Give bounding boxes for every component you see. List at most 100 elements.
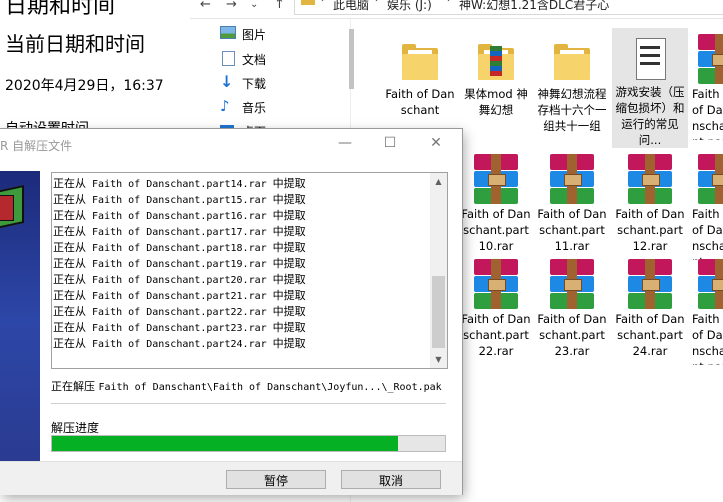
- current-datetime-heading: 当前日期和时间: [5, 32, 145, 56]
- file-tile-label: Faith of Danschant.part22.rar: [461, 312, 531, 358]
- scroll-up-icon[interactable]: ▲: [430, 173, 447, 190]
- log-row: 正在从 Faith of Danschant.part18.rar 中提取: [53, 240, 429, 256]
- progress-fill: [52, 436, 398, 451]
- breadcrumb-folder[interactable]: 神W:幻想1.21含DLC君子心: [459, 0, 609, 13]
- log-row-suffix: 中提取: [272, 321, 306, 334]
- log-row: 正在从 Faith of Danschant.part23.rar 中提取: [53, 320, 429, 336]
- log-row-prefix: 正在从: [53, 241, 86, 254]
- up-button[interactable]: ↑: [274, 0, 285, 12]
- music-icon: ♪: [220, 97, 230, 115]
- file-tile-label: Faith of Danschant.part...: [692, 87, 723, 140]
- nav-item-documents[interactable]: 文档: [220, 49, 340, 69]
- log-row-prefix: 正在从: [53, 305, 86, 318]
- archive-icon: [626, 259, 674, 311]
- file-tile[interactable]: Faith of Danschant.part12.rar: [612, 150, 688, 260]
- log-row-prefix: 正在从: [53, 209, 86, 222]
- nav-item-label: 下载: [242, 77, 267, 91]
- navigation-scrollbar[interactable]: [348, 19, 356, 139]
- pictures-icon: [220, 26, 236, 39]
- file-tile-label: Faith of Danschant.part12.rar: [615, 207, 685, 253]
- file-tile[interactable]: Faith of Danschant.part11.rar: [534, 150, 610, 260]
- nav-item-label: 文档: [242, 53, 267, 67]
- file-tile[interactable]: Faith of Danschant.part...: [690, 30, 723, 140]
- file-tile[interactable]: 果体mod 神舞幻想: [458, 30, 534, 140]
- log-row-prefix: 正在从: [53, 289, 86, 302]
- log-row: 正在从 Faith of Danschant.part21.rar 中提取: [53, 288, 429, 304]
- breadcrumb-this-pc[interactable]: 此电脑: [333, 0, 369, 13]
- file-tile[interactable]: Faith of Danschant.part24.rar: [612, 255, 688, 365]
- settings-title: 日期和时间: [5, 0, 116, 19]
- file-tile-label: 游戏安装（压缩包损坏）和运行的常见问...: [615, 85, 685, 147]
- file-tile-label: 神舞幻想流程存档十六个一组共十一组: [537, 87, 607, 133]
- log-row-prefix: 正在从: [53, 177, 86, 190]
- breadcrumb[interactable]: › 此电脑 › 娱乐 (J:) › 神W:幻想1.21含DLC君子心: [294, 0, 723, 15]
- minimize-button[interactable]: —: [330, 133, 360, 153]
- maximize-button[interactable]: ☐: [375, 133, 405, 153]
- dialog-title: R 自解压文件: [0, 139, 73, 153]
- sfx-extract-dialog: R 自解压文件 — ☐ ✕ 正在从 Faith of Danschant.par…: [0, 129, 462, 495]
- scroll-thumb[interactable]: [432, 276, 445, 348]
- log-row-filename: Faith of Danschant.part15.rar: [92, 195, 267, 206]
- log-row-prefix: 正在从: [53, 193, 86, 206]
- log-row-suffix: 中提取: [272, 225, 306, 238]
- cancel-button[interactable]: 取消: [341, 470, 441, 489]
- log-row-filename: Faith of Danschant.part22.rar: [92, 307, 267, 318]
- nav-item-music[interactable]: ♪ 音乐: [220, 97, 340, 117]
- log-row-suffix: 中提取: [272, 193, 306, 206]
- log-row-suffix: 中提取: [272, 273, 306, 286]
- log-scrollbar[interactable]: ▲ ▼: [430, 173, 447, 368]
- file-tile[interactable]: Faith of Danschant.part...: [690, 150, 723, 260]
- extraction-log[interactable]: 正在从 Faith of Danschant.part14.rar 中提取 正在从…: [51, 172, 448, 369]
- file-tile[interactable]: Faith of Danschant.part...: [690, 255, 723, 365]
- archive-icon: [698, 259, 723, 311]
- current-file-path: Faith of Danschant\Faith of Danschant\Jo…: [98, 382, 442, 393]
- folder-icon: [396, 34, 444, 86]
- current-file-status: 正在解压 Faith of Danschant\Faith of Danscha…: [51, 378, 451, 394]
- nav-item-pictures[interactable]: 图片: [220, 24, 340, 44]
- log-row: 正在从 Faith of Danschant.part17.rar 中提取: [53, 224, 429, 240]
- scroll-down-icon[interactable]: ▼: [430, 351, 447, 368]
- file-tile-label: Faith of Danschant: [385, 87, 455, 117]
- breadcrumb-drive[interactable]: 娱乐 (J:): [387, 0, 432, 13]
- extraction-progress-bar: [51, 435, 446, 452]
- chevron-right-icon: ›: [447, 0, 451, 5]
- log-row-filename: Faith of Danschant.part20.rar: [92, 275, 267, 286]
- recent-locations-icon[interactable]: ⌄: [250, 0, 258, 10]
- log-row: 正在从 Faith of Danschant.part22.rar 中提取: [53, 304, 429, 320]
- folder-icon: [548, 34, 596, 86]
- dialog-button-bar: 暂停 取消: [0, 461, 462, 495]
- archive-icon: [472, 259, 520, 311]
- dialog-title-bar[interactable]: R 自解压文件 — ☐ ✕: [0, 129, 462, 159]
- close-button[interactable]: ✕: [421, 133, 451, 153]
- nav-item-downloads[interactable]: ↓ 下载: [220, 73, 340, 93]
- log-row-filename: Faith of Danschant.part18.rar: [92, 243, 267, 254]
- divider: [51, 403, 446, 404]
- address-bar: ← → ⌄ ↑ › 此电脑 › 娱乐 (J:) › 神W:幻想1.21含DLC君…: [190, 0, 723, 19]
- file-tile-label: Faith of Danschant.part11.rar: [537, 207, 607, 253]
- log-row-filename: Faith of Danschant.part21.rar: [92, 291, 267, 302]
- file-tile-label: 果体mod 神舞幻想: [464, 87, 528, 117]
- forward-button[interactable]: →: [226, 0, 237, 12]
- log-row: 正在从 Faith of Danschant.part16.rar 中提取: [53, 208, 429, 224]
- log-row-filename: Faith of Danschant.part24.rar: [92, 339, 267, 350]
- log-row-suffix: 中提取: [272, 209, 306, 222]
- winrar-logo-icon: [0, 195, 14, 221]
- file-tile-selected[interactable]: 游戏安装（压缩包损坏）和运行的常见问...: [612, 28, 688, 148]
- file-tile[interactable]: Faith of Danschant.part23.rar: [534, 255, 610, 365]
- log-row-suffix: 中提取: [272, 241, 306, 254]
- file-tile[interactable]: Faith of Danschant.part10.rar: [458, 150, 534, 260]
- downloads-icon: ↓: [220, 72, 234, 91]
- file-tile-label: Faith of Danschant.part24.rar: [615, 312, 685, 358]
- file-tile[interactable]: Faith of Danschant.part22.rar: [458, 255, 534, 365]
- log-row-filename: Faith of Danschant.part16.rar: [92, 211, 267, 222]
- archive-icon: [548, 259, 596, 311]
- file-tile[interactable]: Faith of Danschant: [382, 30, 458, 140]
- current-datetime-value: 2020年4月29日，16:37: [5, 78, 164, 94]
- back-button[interactable]: ←: [200, 0, 211, 12]
- archive-icon: [698, 154, 723, 206]
- winrar-banner: [0, 171, 40, 471]
- chevron-right-icon: ›: [321, 0, 325, 5]
- archive-icon: [698, 34, 723, 86]
- file-tile[interactable]: 神舞幻想流程存档十六个一组共十一组: [534, 30, 610, 150]
- pause-button[interactable]: 暂停: [226, 470, 326, 489]
